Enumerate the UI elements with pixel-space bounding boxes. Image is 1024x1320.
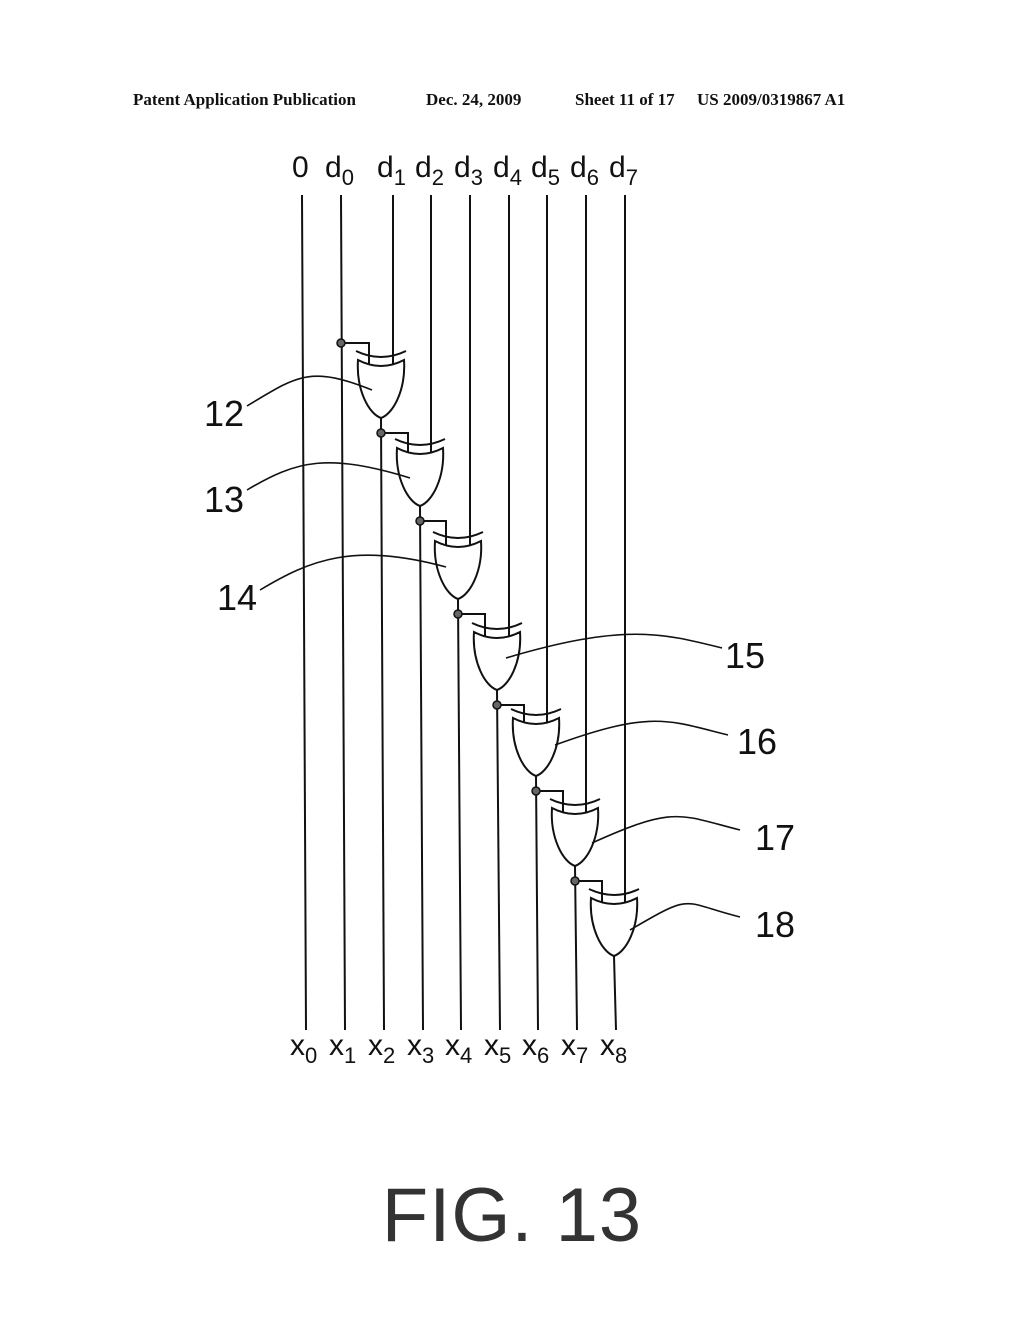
input-label-d1: d1 [377, 151, 406, 190]
xor-gate-16 [511, 716, 561, 778]
output-label-x5: x5 [484, 1029, 511, 1068]
junction-dot [376, 428, 386, 438]
output-label-x7: x7 [561, 1029, 588, 1068]
wire-gate-15-output [496, 689, 501, 1031]
junction-dot [453, 609, 463, 619]
reference-numeral-17: 17 [755, 817, 795, 858]
leader-line-16 [554, 720, 729, 746]
output-label-x4: x4 [445, 1029, 472, 1068]
xor-gate-12 [356, 358, 406, 420]
leader-line-15 [505, 633, 723, 659]
input-label-d5: d5 [531, 151, 560, 190]
xor-gate-input-arc [355, 350, 407, 358]
input-label-d3: d3 [454, 151, 483, 190]
output-label-x0: x0 [290, 1029, 317, 1068]
input-label-0: 0 [292, 151, 309, 184]
leader-line-14 [259, 554, 447, 591]
xor-gate-input-arc [588, 888, 640, 896]
reference-numeral-13: 13 [204, 479, 244, 520]
junction-dot [415, 516, 425, 526]
input-label-d7: d7 [609, 151, 638, 190]
junction-dot [492, 700, 502, 710]
xor-gate-input-arc [549, 798, 601, 806]
wire-gate-13-output [419, 505, 424, 1031]
wire-gate-12-output [380, 417, 385, 1031]
leader-line-17 [591, 815, 741, 844]
output-label-x8: x8 [600, 1029, 627, 1068]
xor-gate-17 [550, 806, 600, 868]
junction-dot [570, 876, 580, 886]
output-label-x6: x6 [522, 1029, 549, 1068]
input-label-d6: d6 [570, 151, 599, 190]
xor-gate-input-arc [510, 708, 562, 716]
wire-gate-18-output [613, 955, 617, 1031]
xor-gate-input-arc [432, 531, 484, 539]
xor-gate-14 [433, 539, 483, 601]
leader-line-12 [246, 375, 373, 407]
wire-d0-to-x1 [340, 194, 346, 1031]
input-label-d4: d4 [493, 151, 522, 190]
wire-0-to-x0 [301, 194, 307, 1031]
leader-line-13 [246, 461, 411, 491]
output-label-x3: x3 [407, 1029, 434, 1068]
xor-gate-input-arc [471, 622, 523, 630]
leader-line-18 [629, 902, 741, 931]
wire-gate-16-output [535, 775, 539, 1031]
wire-gate-14-output [457, 598, 462, 1031]
xor-gate-13 [395, 446, 445, 508]
figure-label: FIG. 13 [381, 1173, 643, 1258]
wire-gate-17-output [574, 865, 578, 1031]
reference-numeral-15: 15 [725, 635, 765, 676]
xor-gate-input-arc [394, 438, 446, 446]
junction-dot [531, 786, 541, 796]
xor-gate-18 [589, 896, 639, 958]
xor-gate-15 [472, 630, 522, 692]
xor-chain-diagram: 0 d0 d1 d2 d3 d4 d5 d6 d7 x0 x1 x2 x3 x4 x5 x6 x7 x8 12 13 1… [204, 151, 795, 1068]
reference-numeral-12: 12 [204, 393, 244, 434]
input-label-d0: d0 [325, 151, 354, 190]
output-label-x1: x1 [329, 1029, 356, 1068]
reference-numeral-16: 16 [737, 721, 777, 762]
reference-numeral-14: 14 [217, 577, 257, 618]
output-label-x2: x2 [368, 1029, 395, 1068]
reference-numeral-18: 18 [755, 904, 795, 945]
junction-dot [336, 338, 346, 348]
input-label-d2: d2 [415, 151, 444, 190]
